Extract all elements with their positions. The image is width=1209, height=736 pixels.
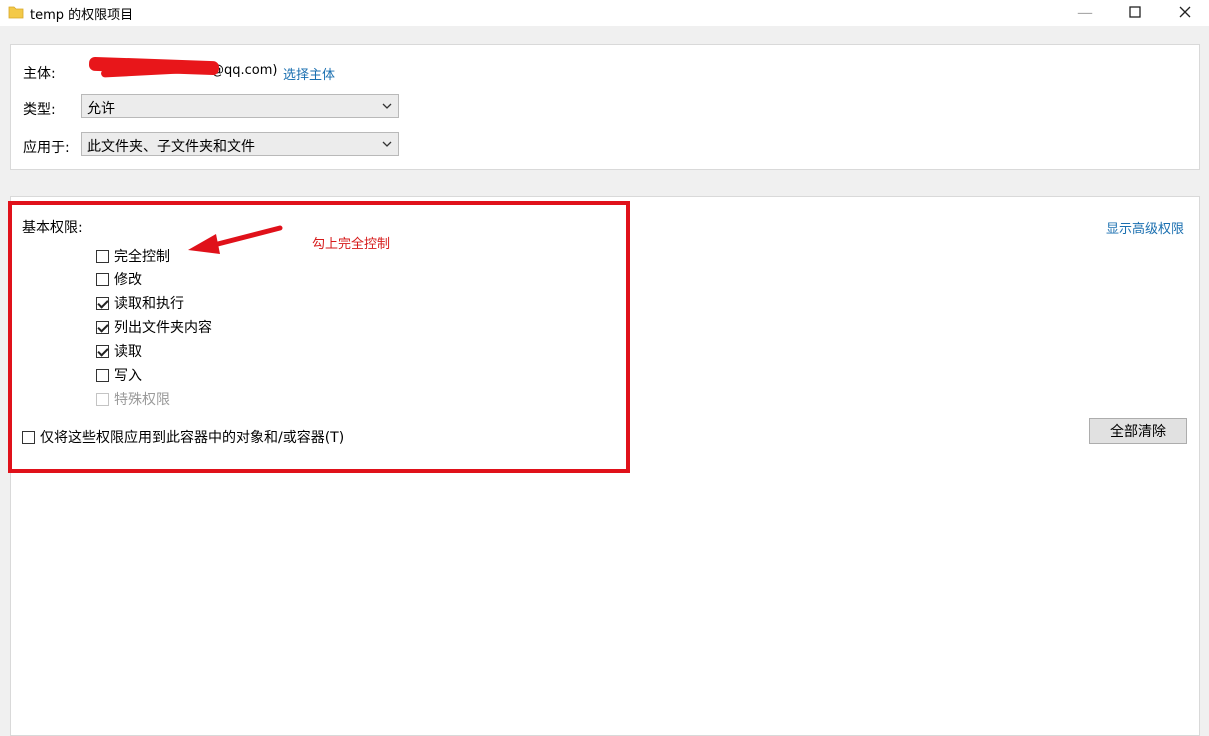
minimize-icon: — [1077,2,1093,22]
applies-to-select-value: 此文件夹、子文件夹和文件 [87,139,255,155]
apply-only-container-option[interactable]: 仅将这些权限应用到此容器中的对象和/或容器(T) [22,427,344,447]
permission-label: 特殊权限 [114,392,170,408]
maximize-button[interactable] [1112,0,1158,24]
permission-list-folder[interactable]: 列出文件夹内容 [96,317,212,337]
permission-full-control[interactable]: 完全控制 [96,246,170,266]
basic-permissions-title: 基本权限: [22,220,83,236]
permission-label: 写入 [114,368,142,384]
maximize-icon [1129,6,1141,18]
chevron-down-icon [382,141,392,147]
minimize-button[interactable]: — [1062,0,1108,24]
folder-icon [8,4,24,24]
permission-special: 特殊权限 [96,389,170,409]
checkbox[interactable] [96,249,109,263]
applies-to-select[interactable]: 此文件夹、子文件夹和文件 [81,132,399,156]
type-select-value: 允许 [87,101,115,117]
checkbox-checked[interactable] [96,344,109,358]
applies-to-label: 应用于: [23,140,70,156]
clear-all-button[interactable]: 全部清除 [1089,418,1187,444]
permission-read-execute[interactable]: 读取和执行 [96,293,184,313]
checkbox[interactable] [96,368,109,382]
annotation-arrow-icon [188,225,283,254]
permission-label: 完全控制 [114,249,170,265]
permission-read[interactable]: 读取 [96,341,142,361]
apply-only-label: 仅将这些权限应用到此容器中的对象和/或容器(T) [40,430,345,446]
type-label: 类型: [23,102,56,118]
close-button[interactable] [1162,0,1208,24]
title-bar: temp 的权限项目 — [0,0,1209,26]
checkbox-checked[interactable] [96,320,109,334]
principal-value: @qq.com) [211,63,278,78]
checkbox[interactable] [96,272,109,286]
permission-label: 读取和执行 [114,296,184,312]
annotation-text: 勾上完全控制 [312,237,391,252]
permission-modify[interactable]: 修改 [96,269,142,289]
type-select[interactable]: 允许 [81,94,399,118]
window-title: temp 的权限项目 [30,8,134,23]
close-icon [1179,6,1191,18]
principal-label: 主体: [23,66,56,82]
permission-write[interactable]: 写入 [96,365,142,385]
permission-label: 读取 [114,344,142,360]
principal-panel: 主体: @qq.com) 选择主体 类型: 允许 应用于: 此文件夹、子文件夹和… [10,44,1200,170]
checkbox-checked[interactable] [96,296,109,310]
permission-label: 修改 [114,272,142,288]
select-principal-link[interactable]: 选择主体 [283,64,335,83]
show-advanced-permissions-link[interactable]: 显示高级权限 [1106,218,1184,237]
permission-label: 列出文件夹内容 [114,320,212,336]
chevron-down-icon [382,103,392,109]
checkbox-disabled [96,392,109,406]
checkbox[interactable] [22,430,35,444]
